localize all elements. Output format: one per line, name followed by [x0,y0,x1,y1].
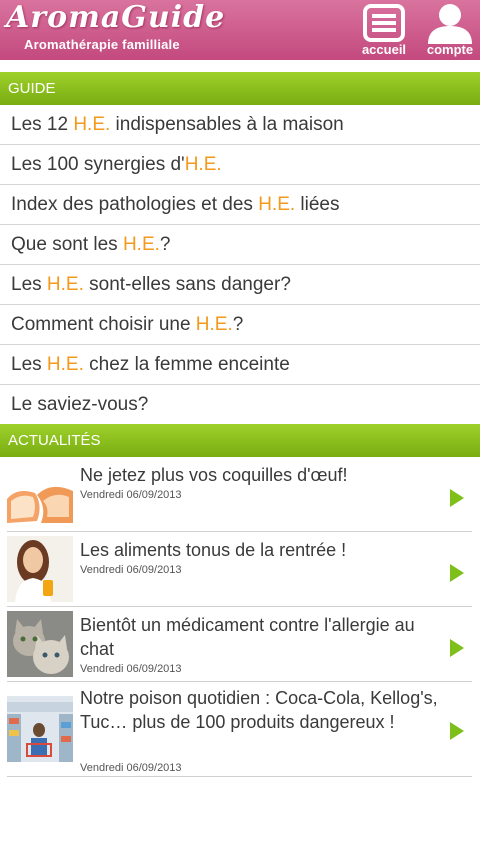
news-date: Vendredi 06/09/2013 [80,489,182,501]
news-item[interactable]: Bientôt un médicament contre l'allergie … [7,607,472,682]
cats-thumbnail [7,611,73,677]
news-title: Notre poison quotidien : Coca-Cola, Kell… [80,688,438,732]
compte-button[interactable]: compte [422,0,478,60]
guide-item[interactable]: Le saviez-vous? [0,385,480,425]
guide-item[interactable]: Les H.E. chez la femme enceinte [0,345,480,385]
woman-juice-thumbnail [7,536,73,602]
news-section-header: ACTUALITÉS [0,424,480,457]
app-header: AromaGuide Aromathérapie familliale accu… [0,0,480,60]
chevron-right-icon [450,722,464,740]
news-date: Vendredi 06/09/2013 [80,564,182,576]
guide-item[interactable]: Les 100 synergies d'H.E. [0,145,480,185]
news-title: Ne jetez plus vos coquilles d'œuf! [80,465,348,485]
guide-item[interactable]: Comment choisir une H.E.? [0,305,480,345]
guide-item[interactable]: Les H.E. sont-elles sans danger? [0,265,480,305]
brand[interactable]: AromaGuide [6,0,225,36]
guide-item[interactable]: Que sont les H.E.? [0,225,480,265]
supermarket-thumbnail [7,696,73,762]
chevron-right-icon [450,639,464,657]
chevron-right-icon [450,564,464,582]
accueil-label: accueil [361,42,407,57]
accueil-button[interactable]: accueil [356,0,412,60]
guide-item[interactable]: Les 12 H.E. indispensables à la maison [0,105,480,145]
guide-item[interactable]: Index des pathologies et des H.E. liées [0,185,480,225]
guide-list: Les 12 H.E. indispensables à la maison L… [0,105,480,425]
app-subtitle: Aromathérapie familliale [24,37,180,52]
guide-section-header: GUIDE [0,72,480,105]
user-icon [428,4,472,44]
news-date: Vendredi 06/09/2013 [80,663,182,675]
compte-label: compte [426,42,474,57]
chevron-right-icon [450,489,464,507]
menu-icon [363,4,405,42]
news-title: Les aliments tonus de la rentrée ! [80,540,347,560]
app-logo: AromaGuide [6,0,226,35]
news-item[interactable]: Les aliments tonus de la rentrée ! Vendr… [7,532,472,607]
news-item[interactable]: Notre poison quotidien : Coca-Cola, Kell… [7,682,472,777]
news-date: Vendredi 06/09/2013 [80,762,182,774]
eggshell-thumbnail [7,461,73,527]
news-title: Bientôt un médicament contre l'allergie … [80,615,415,659]
news-item[interactable]: Ne jetez plus vos coquilles d'œuf! Vendr… [7,457,472,532]
